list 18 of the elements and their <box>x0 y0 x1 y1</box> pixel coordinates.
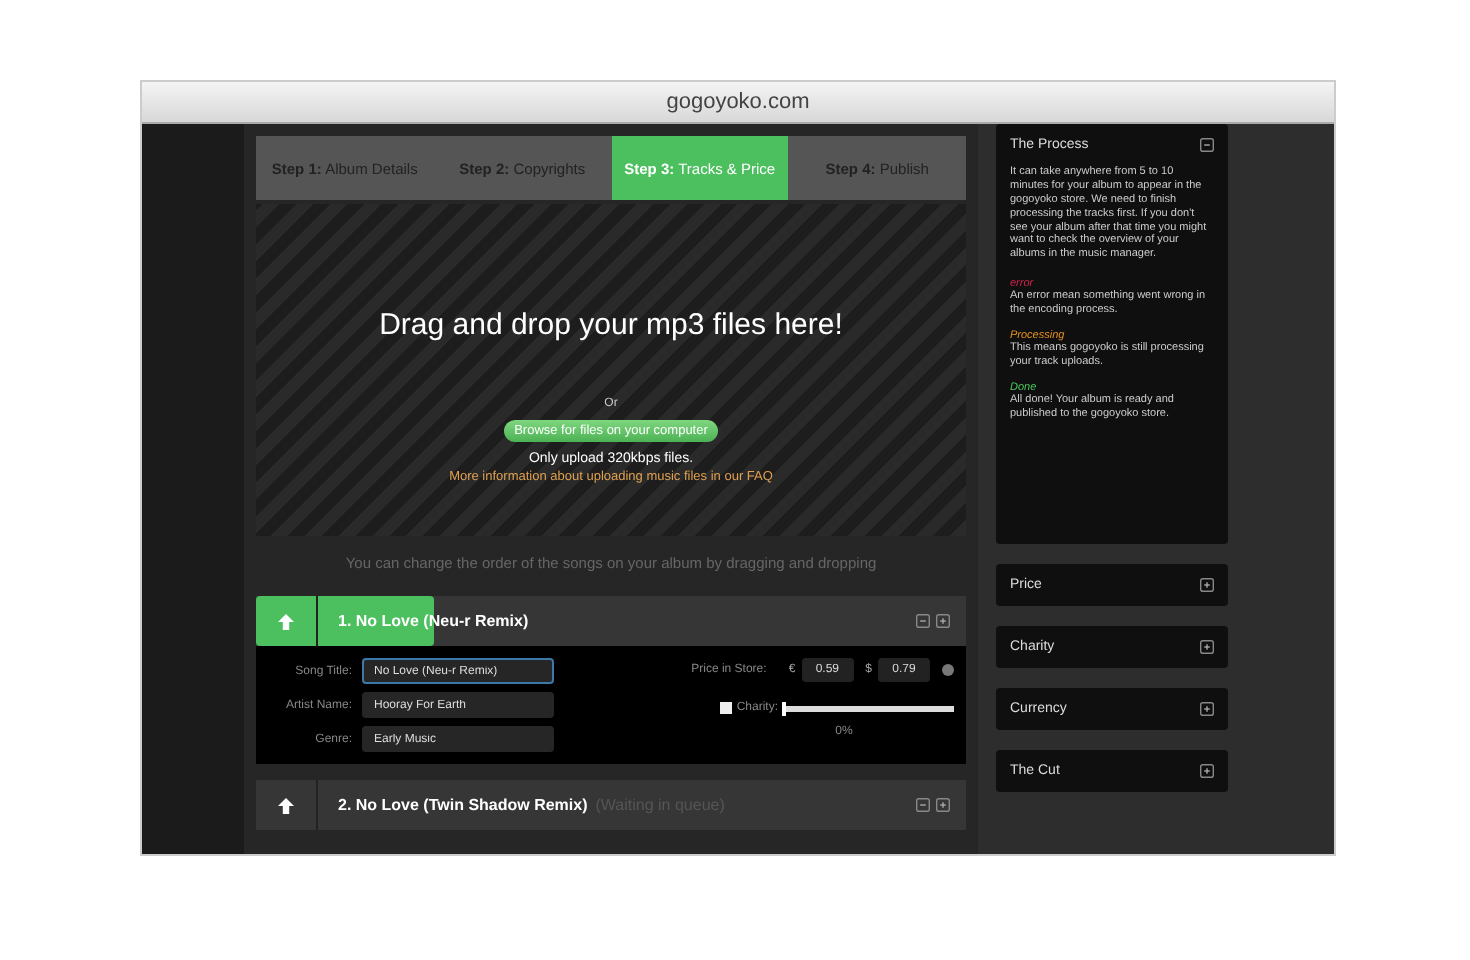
drop-heading: Drag and drop your mp3 files here! <box>379 308 843 342</box>
sidebar-panel[interactable] <box>996 124 1228 544</box>
charity-slider[interactable] <box>782 705 954 711</box>
collapse-icon[interactable] <box>916 614 930 628</box>
collapse-icon[interactable] <box>1200 138 1214 152</box>
expand-icon[interactable] <box>1200 702 1214 716</box>
help-icon[interactable] <box>942 664 954 676</box>
expand-icon[interactable] <box>1200 578 1214 592</box>
collapse-icon[interactable] <box>916 798 930 812</box>
expand-icon[interactable] <box>936 798 950 812</box>
slider-handle[interactable] <box>782 701 786 715</box>
track-title: 2. No Love (Twin Shadow Remix) <box>338 796 588 814</box>
expand-icon[interactable] <box>1200 640 1214 654</box>
expand-icon[interactable] <box>1200 764 1214 778</box>
expand-icon[interactable] <box>936 614 950 628</box>
charity-checkbox[interactable] <box>720 702 733 714</box>
up-arrow-icon[interactable] <box>278 797 294 813</box>
window-title: gogoyoko.com <box>666 90 810 114</box>
